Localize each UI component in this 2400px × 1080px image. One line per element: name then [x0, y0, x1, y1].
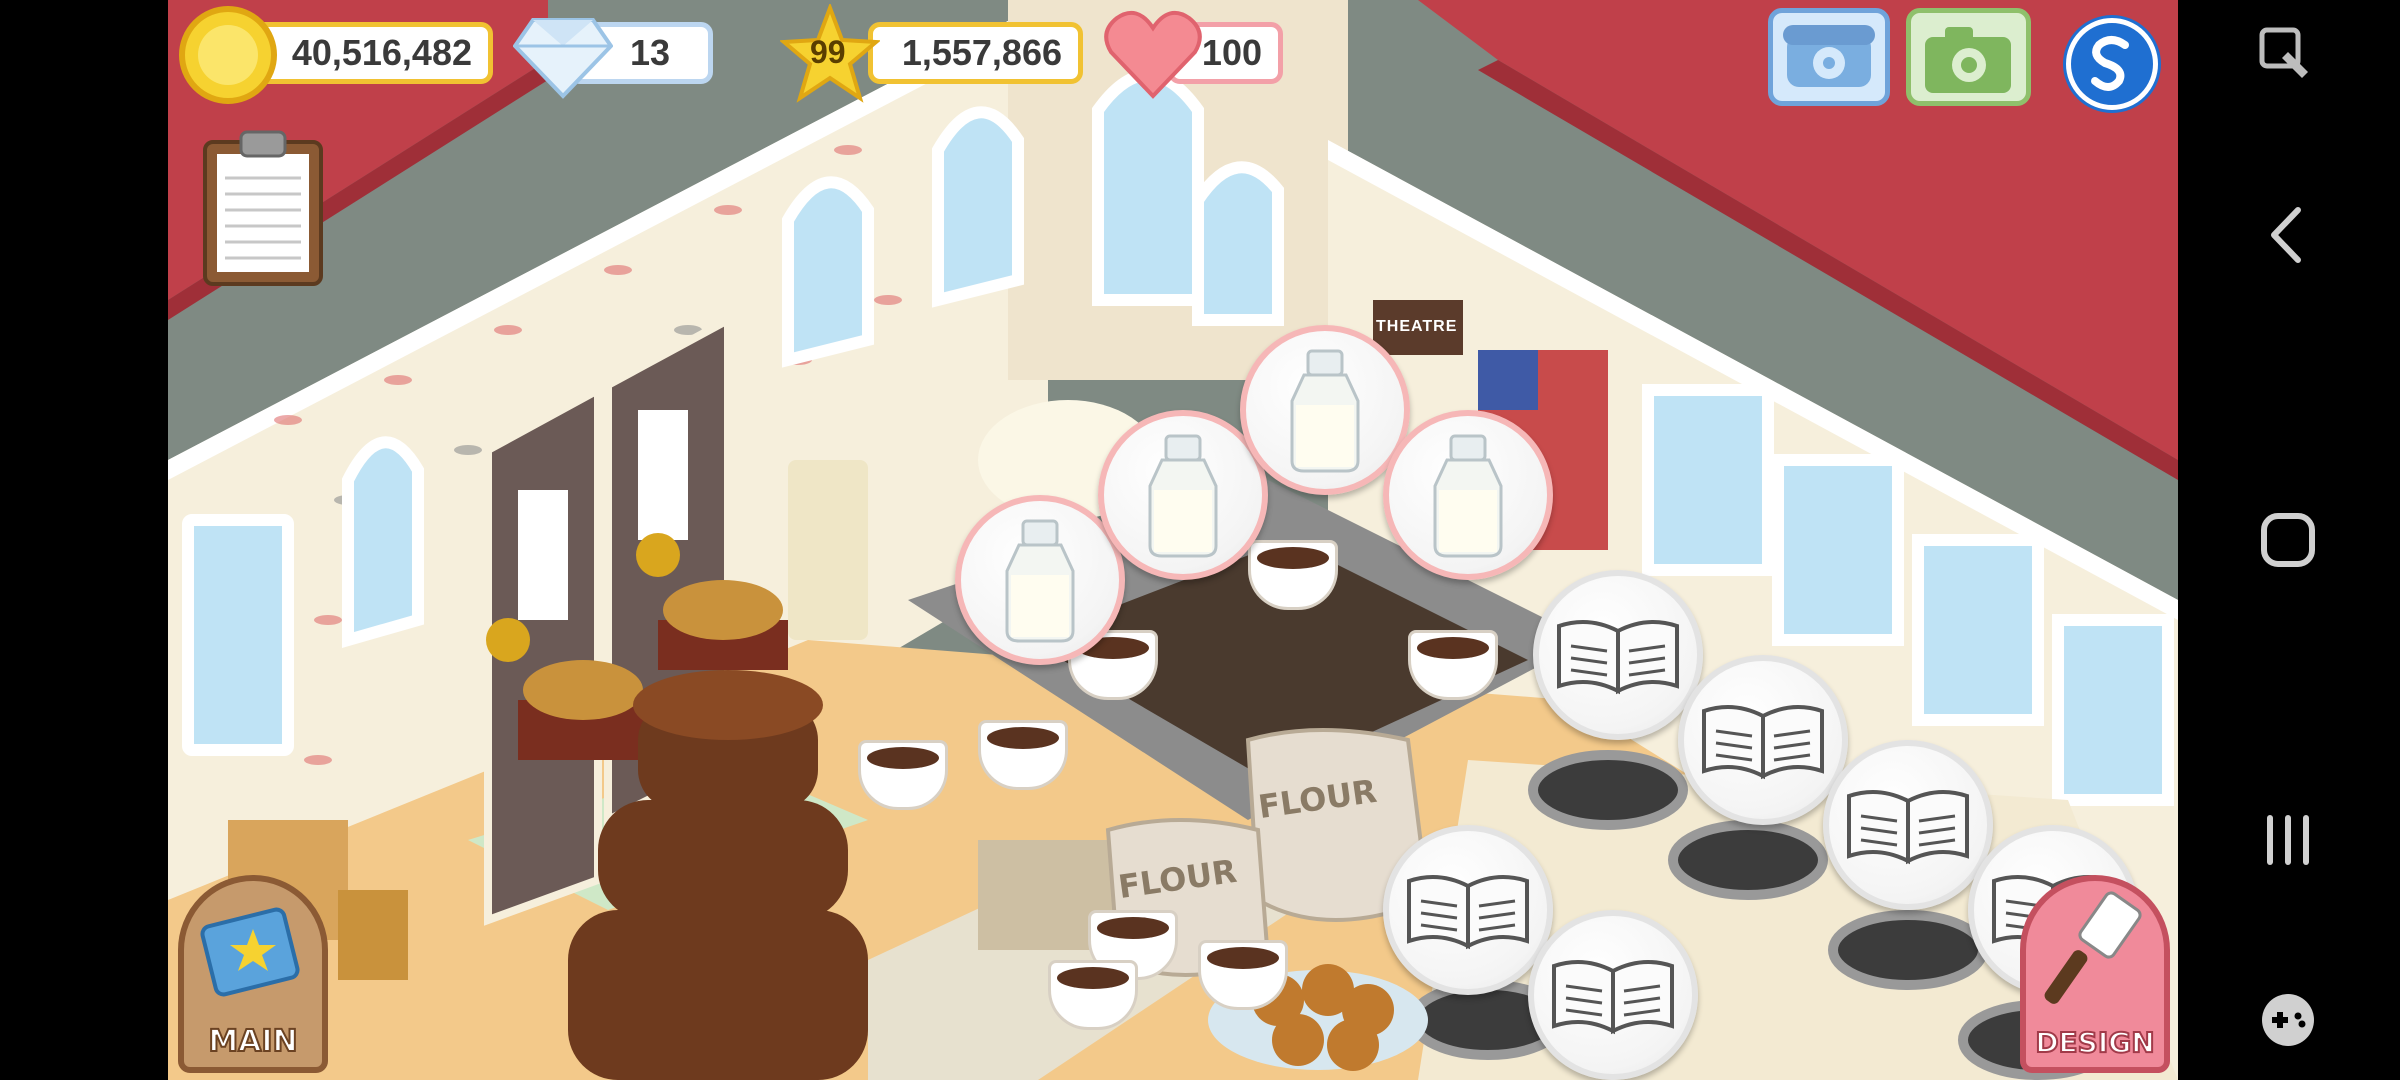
main-menu-button[interactable]: MAIN [178, 875, 328, 1073]
game-scene[interactable]: FLOUR FLOUR THEATRE 40,516,482 13 1,557,… [168, 0, 2178, 1080]
back-button[interactable] [2260, 200, 2316, 270]
recipe-book-bubble[interactable] [1823, 740, 1993, 910]
recipe-book-bubble[interactable] [1533, 570, 1703, 740]
open-book-icon [1552, 960, 1674, 1035]
coffee-cup[interactable] [858, 740, 948, 810]
open-book-icon [1557, 620, 1679, 695]
left-letterbox [0, 0, 168, 1080]
milk-ready-bubble[interactable] [1240, 325, 1410, 495]
recipe-clipboard-button[interactable] [201, 128, 325, 288]
experience-value: 1,557,866 [901, 32, 1062, 73]
coin-icon [179, 6, 277, 104]
coin-value: 40,516,482 [291, 32, 472, 73]
recipe-book-bubble[interactable] [1678, 655, 1848, 825]
coffee-cup[interactable] [1408, 630, 1498, 700]
milk-bottle-icon [1148, 434, 1218, 558]
back-icon [2271, 207, 2301, 263]
open-book-icon [1847, 790, 1969, 865]
recipe-book-icon [200, 907, 300, 997]
recents-button[interactable] [2258, 810, 2318, 870]
clipboard-icon [203, 130, 323, 286]
coffee-cup[interactable] [978, 720, 1068, 790]
gamepad-icon [2262, 994, 2314, 1046]
milk-ready-bubble[interactable] [955, 495, 1125, 665]
milk-ready-bubble[interactable] [1098, 410, 1268, 580]
milk-bottle-icon [1005, 519, 1075, 643]
paint-brush-icon [2044, 891, 2142, 1004]
coffee-cup[interactable] [1048, 960, 1138, 1030]
social-button[interactable] [2066, 18, 2158, 110]
coin-counter[interactable]: 40,516,482 [248, 22, 493, 84]
camera-button[interactable] [1906, 8, 2031, 106]
recipe-book-bubble[interactable] [1528, 910, 1698, 1080]
system-navigation-bar [2178, 0, 2400, 1080]
open-book-icon [1407, 875, 1529, 950]
phone-icon [1783, 25, 1875, 87]
experience-counter[interactable]: 1,557,866 [868, 22, 1083, 84]
screenshot-button[interactable] [2258, 24, 2318, 84]
home-button[interactable] [2258, 510, 2318, 570]
level-value: 99 [810, 34, 846, 70]
gem-value: 13 [629, 32, 670, 73]
open-book-icon [1702, 705, 1824, 780]
main-button-label: MAIN [207, 1023, 298, 1060]
heart-value: 100 [1201, 32, 1262, 73]
milk-bottle-icon [1433, 434, 1503, 558]
diamond-icon [513, 18, 613, 99]
phone-button[interactable] [1768, 8, 1890, 106]
camera-icon [1925, 27, 2011, 93]
recents-icon [2267, 815, 2309, 865]
recipe-book-bubble[interactable] [1383, 825, 1553, 995]
design-button-label: DESIGN [2034, 1025, 2155, 1060]
coffee-cup[interactable] [1198, 940, 1288, 1010]
game-tools-button[interactable] [2258, 990, 2318, 1050]
milk-ready-bubble[interactable] [1383, 410, 1553, 580]
design-button[interactable]: DESIGN [2020, 875, 2170, 1073]
social-s-icon [2091, 36, 2129, 91]
home-icon [2261, 513, 2315, 567]
heart-icon [1104, 10, 1202, 99]
milk-bottle-icon [1290, 349, 1360, 473]
screenshot-icon [2259, 27, 2308, 78]
